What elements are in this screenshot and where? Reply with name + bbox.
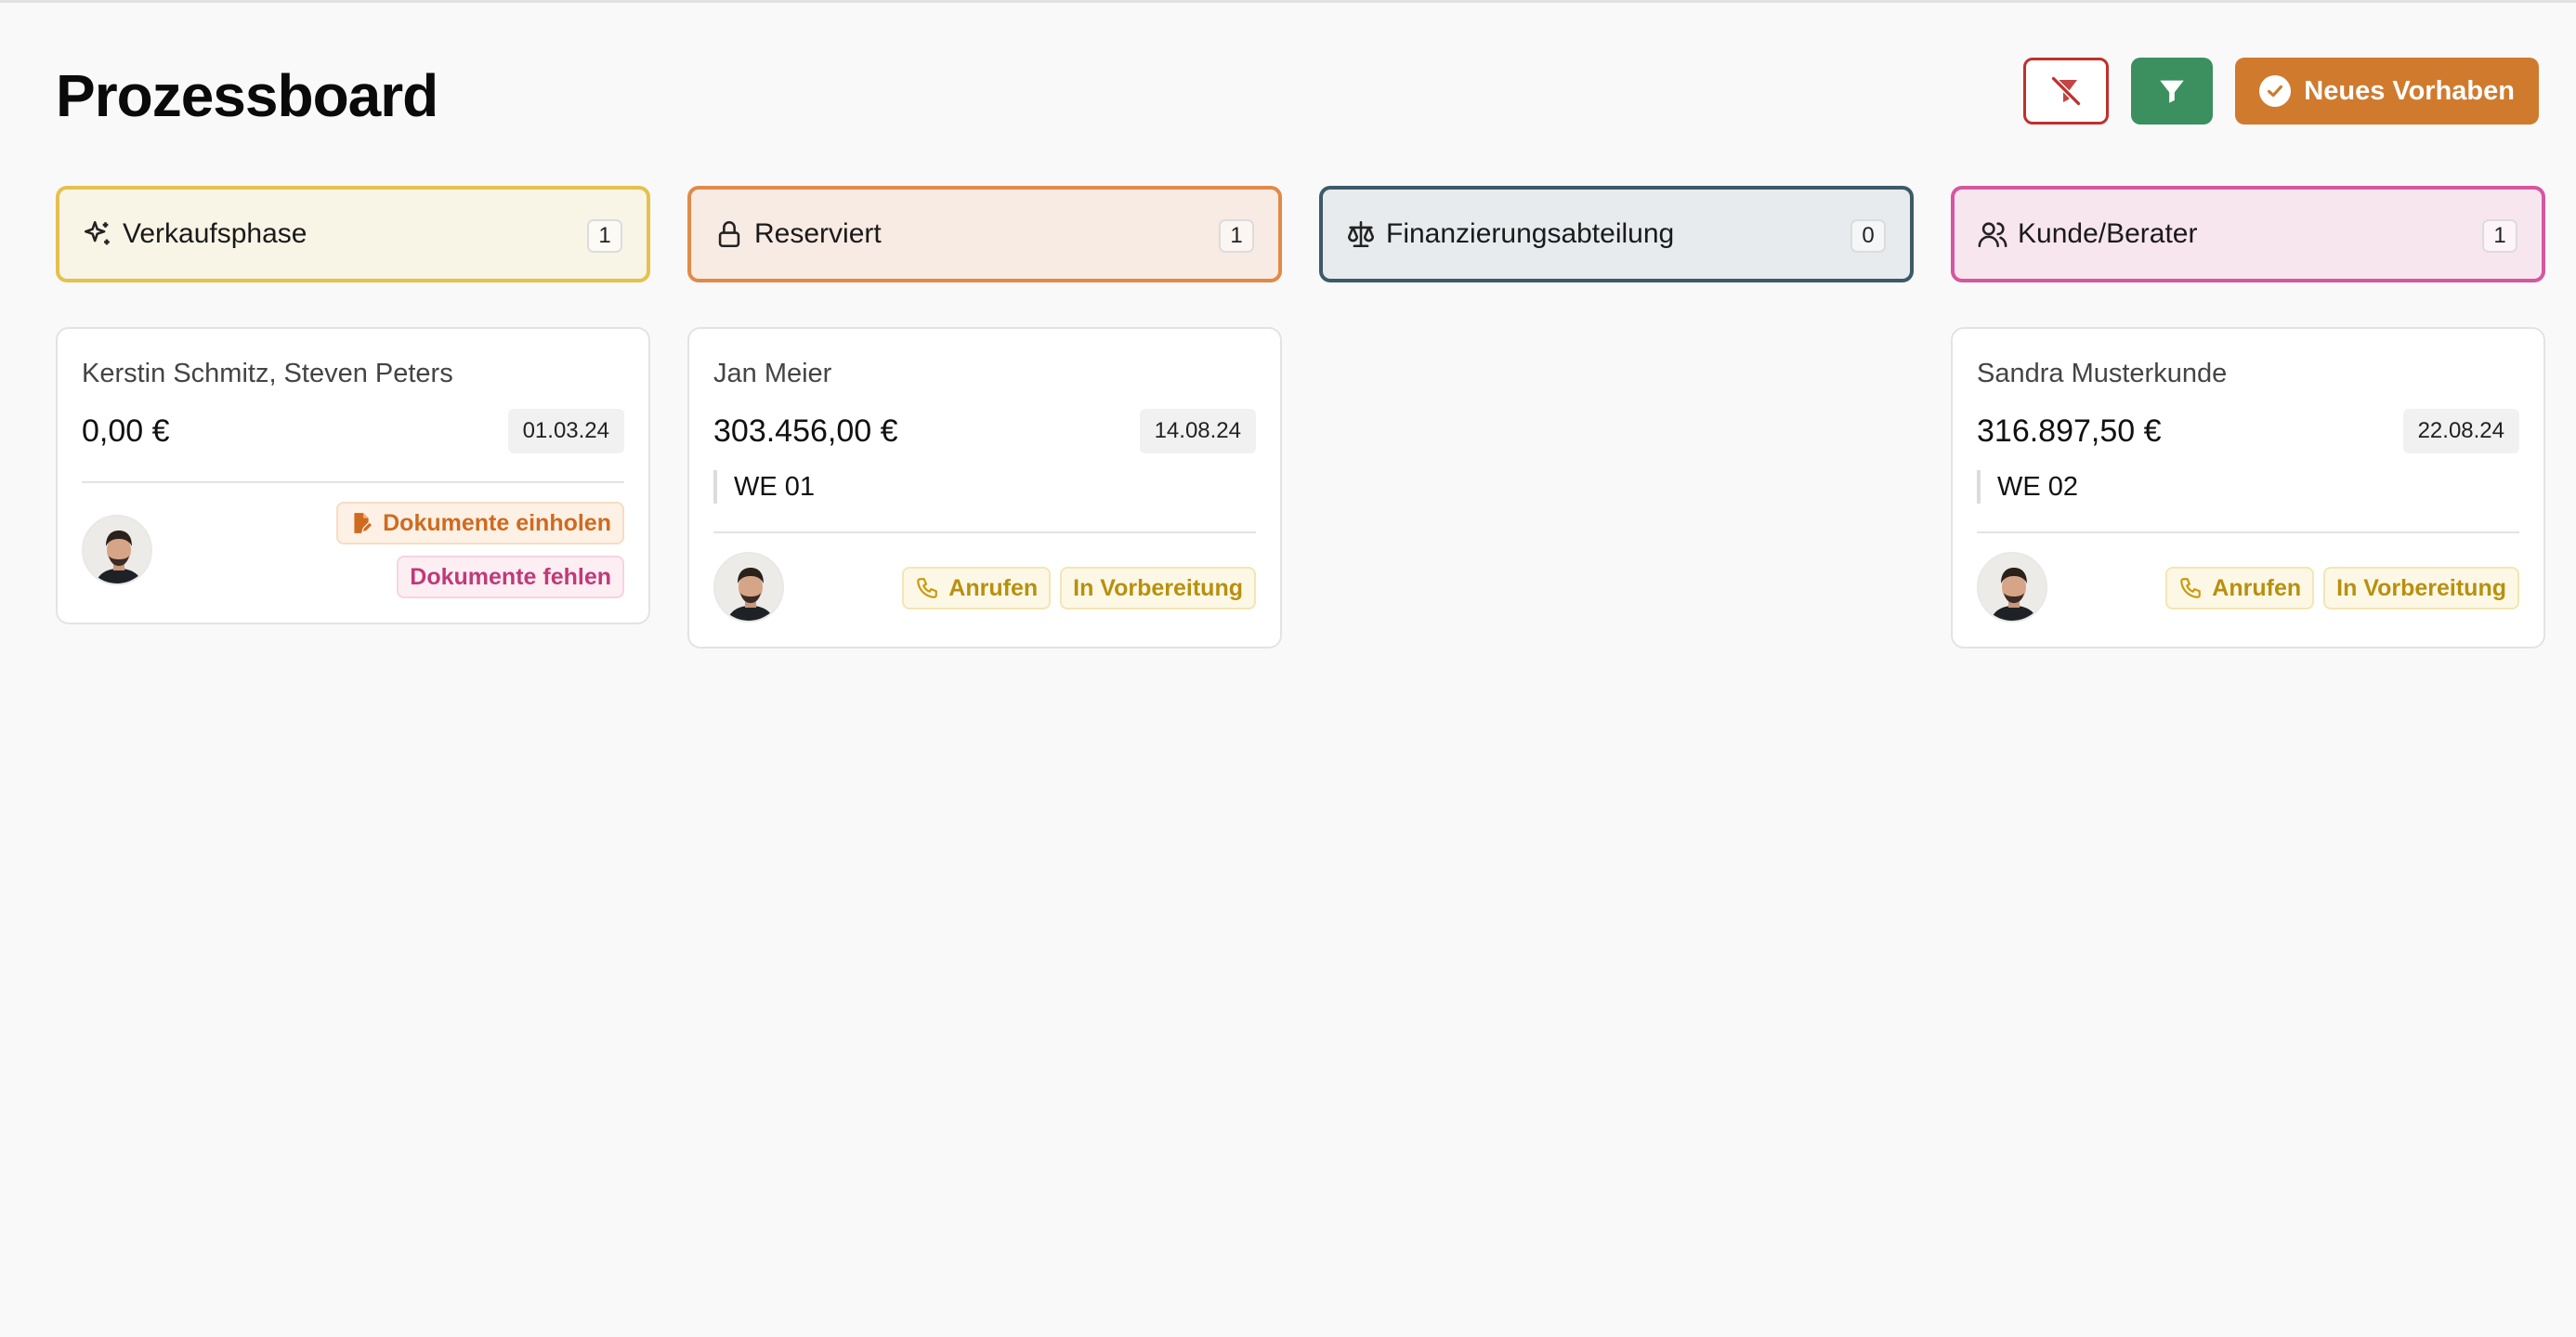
tag-call[interactable]: Anrufen xyxy=(902,567,1052,610)
new-project-label: Neues Vorhaben xyxy=(2304,75,2515,106)
column-count-badge: 1 xyxy=(1219,219,1254,253)
column-finanzierungsabteilung: Finanzierungsabteilung 0 xyxy=(1319,186,1914,282)
column-header[interactable]: Verkaufsphase 1 xyxy=(56,186,650,282)
customer-name: Sandra Musterkunde xyxy=(1977,359,2228,388)
project-card[interactable]: Sandra Musterkunde 316.897,50 € 22.08.24… xyxy=(1951,327,2545,649)
filter-icon xyxy=(2156,75,2188,107)
users-icon xyxy=(1977,218,2008,250)
divider xyxy=(713,531,1256,533)
page-title: Prozessboard xyxy=(56,62,438,129)
project-card[interactable]: Kerstin Schmitz, Steven Peters 0,00 € 01… xyxy=(56,327,650,624)
lock-icon xyxy=(713,218,745,250)
tag-in-preparation[interactable]: In Vorbereitung xyxy=(2323,567,2519,610)
filter-button[interactable] xyxy=(2131,58,2214,125)
page-header: Prozessboard Neues Vorhaben xyxy=(56,56,2539,130)
date-badge: 14.08.24 xyxy=(1139,409,1256,453)
tag-in-preparation[interactable]: In Vorbereitung xyxy=(1060,567,1256,610)
project-card[interactable]: Jan Meier 303.456,00 € 14.08.24 WE 01 An… xyxy=(687,327,1282,649)
scale-icon xyxy=(1345,218,1377,250)
column-count-badge: 1 xyxy=(587,219,622,253)
column-title: Verkaufsphase xyxy=(123,218,307,249)
column-header[interactable]: Finanzierungsabteilung 0 xyxy=(1319,186,1914,282)
customer-name: Kerstin Schmitz, Steven Peters xyxy=(82,359,453,388)
column-header[interactable]: Reserviert 1 xyxy=(687,186,1282,282)
filter-off-icon xyxy=(2049,74,2083,108)
check-circle-icon xyxy=(2259,75,2292,107)
column-verkaufsphase: Verkaufsphase 1 Kerstin Schmitz, Steven … xyxy=(56,186,650,624)
column-title: Finanzierungsabteilung xyxy=(1386,218,1675,249)
sparkles-icon xyxy=(82,218,113,250)
column-header[interactable]: Kunde/Berater 1 xyxy=(1951,186,2545,282)
clear-filter-button[interactable] xyxy=(2023,58,2110,125)
unit-label: WE 02 xyxy=(1977,470,2519,504)
phone-icon xyxy=(915,576,939,600)
tag-call[interactable]: Anrufen xyxy=(2165,567,2315,610)
divider xyxy=(1977,531,2519,533)
divider xyxy=(82,481,624,483)
column-reserviert: Reserviert 1 Jan Meier 303.456,00 € 14.0… xyxy=(687,186,1282,649)
date-badge: 22.08.24 xyxy=(2402,409,2519,453)
column-kunde-berater: Kunde/Berater 1 Sandra Musterkunde 316.8… xyxy=(1951,186,2545,649)
column-count-badge: 0 xyxy=(1850,219,1886,253)
amount: 303.456,00 € xyxy=(713,413,898,449)
date-badge: 01.03.24 xyxy=(507,409,624,453)
top-border xyxy=(0,0,2576,3)
tag-documents-collect[interactable]: Dokumente einholen xyxy=(336,502,624,544)
customer-name: Jan Meier xyxy=(713,359,832,388)
avatar[interactable] xyxy=(82,515,152,585)
column-title: Reserviert xyxy=(754,218,882,249)
avatar[interactable] xyxy=(713,552,784,623)
avatar[interactable] xyxy=(1977,552,2047,623)
phone-icon xyxy=(2178,576,2203,600)
column-count-badge: 1 xyxy=(2482,219,2517,253)
file-edit-icon xyxy=(349,511,373,535)
amount: 316.897,50 € xyxy=(1977,413,2162,449)
amount: 0,00 € xyxy=(82,413,170,449)
tag-documents-missing[interactable]: Dokumente fehlen xyxy=(397,556,624,598)
column-title: Kunde/Berater xyxy=(2018,218,2198,249)
toolbar: Neues Vorhaben xyxy=(2023,58,2539,125)
unit-label: WE 01 xyxy=(713,470,1256,504)
new-project-button[interactable]: Neues Vorhaben xyxy=(2235,58,2539,125)
